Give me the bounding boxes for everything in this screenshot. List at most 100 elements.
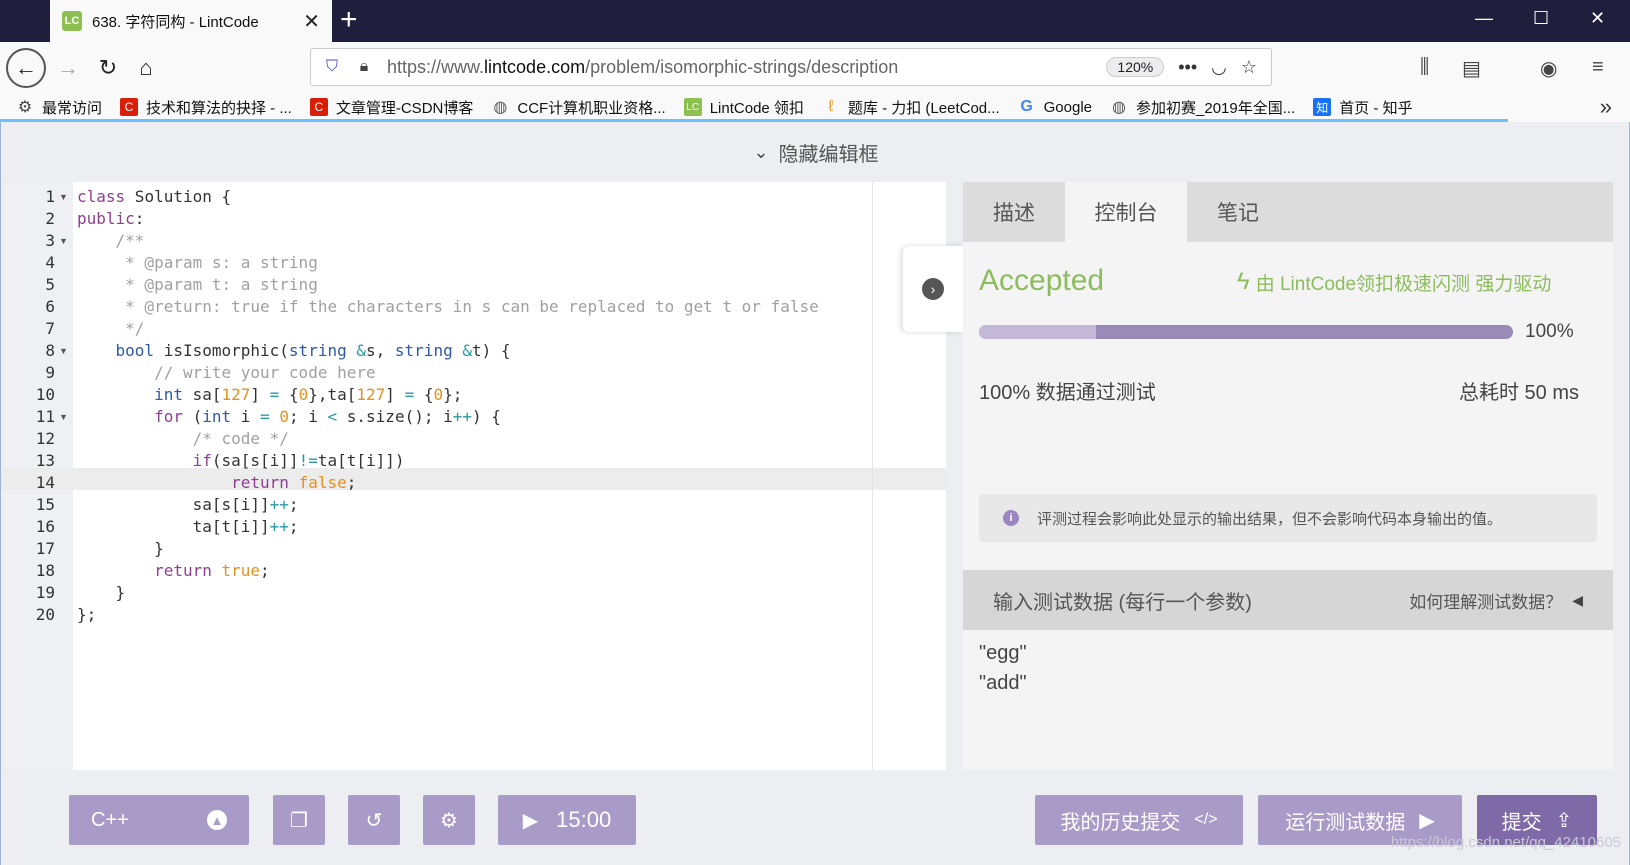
code-line[interactable]: return true; xyxy=(77,560,270,582)
code-line[interactable]: }; xyxy=(77,604,96,626)
play-icon: ▶ xyxy=(1419,809,1435,832)
google-icon: G xyxy=(1020,98,1033,115)
code-line[interactable]: class Solution { xyxy=(77,186,231,208)
line-number: 19 xyxy=(35,583,55,602)
bookmark-item[interactable]: ⚙ 最常访问 xyxy=(16,97,102,118)
code-line[interactable]: public: xyxy=(77,208,144,230)
code-line[interactable]: * @param t: a string xyxy=(77,274,318,296)
browser-tab-bar: LC 638. 字符同构 - LintCode ✕ + — ☐ ✕ xyxy=(0,0,1630,42)
lintcode-icon: LC xyxy=(683,98,702,116)
library-icon[interactable]: ⫼ xyxy=(1420,56,1429,79)
history-submissions-button[interactable]: 我的历史提交 </> xyxy=(1035,795,1243,845)
code-line[interactable]: return false; xyxy=(77,472,356,494)
bookmark-item[interactable]: ℓ 题库 - 力扣 (LeetCod... xyxy=(822,97,999,118)
tab-notes[interactable]: 笔记 xyxy=(1187,182,1289,242)
reload-icon[interactable]: ↻ xyxy=(90,50,126,86)
collapse-panel-toggle[interactable]: › xyxy=(903,246,963,332)
sidebar-icon[interactable]: ▤ xyxy=(1462,56,1481,81)
tracking-shield-icon[interactable]: ⛉ xyxy=(321,58,343,76)
code-line[interactable]: int sa[127] = {0},ta[127] = {0}; xyxy=(77,384,462,406)
home-icon[interactable]: ⌂ xyxy=(128,50,164,86)
line-number: 1 xyxy=(45,187,55,206)
settings-button[interactable]: ⚙ xyxy=(423,795,475,845)
lock-icon[interactable]: 🔒︎ xyxy=(353,58,375,76)
upload-icon: ⇪ xyxy=(1555,809,1573,832)
bookmark-item[interactable]: C 技术和算法的抉择 - ... xyxy=(120,97,292,118)
run-label: 运行测试数据 xyxy=(1285,811,1406,834)
url-text[interactable]: https://www.lintcode.com/problem/isomorp… xyxy=(387,57,1106,78)
copy-button[interactable]: ❐ xyxy=(273,795,325,845)
lightning-icon: ϟ xyxy=(1237,268,1250,295)
forward-icon[interactable]: → xyxy=(50,50,86,86)
new-tab-icon[interactable]: + xyxy=(340,5,358,35)
page-actions-icon[interactable]: ••• xyxy=(1178,57,1197,78)
code-editor[interactable]: 1 ▼ 2 3 ▼ 4 5 6 7 8 ▼ 9 10 11 ▼ 12 13 14 15 16 17 18 19 20 clas… xyxy=(1,182,946,770)
judge-notice: i 评测过程会影响此处显示的输出结果，但不会影响代码本身输出的值。 xyxy=(979,494,1597,542)
maximize-icon[interactable]: ☐ xyxy=(1533,8,1549,29)
line-number: 12 xyxy=(35,429,55,448)
browser-tab[interactable]: LC 638. 字符同构 - LintCode ✕ xyxy=(50,0,332,42)
powered-by: ϟ 由 LintCode领扣极速闪测 强力驱动 xyxy=(1237,268,1551,296)
window-close-icon[interactable]: ✕ xyxy=(1590,8,1605,29)
gear-icon: ⚙ xyxy=(440,809,458,832)
test-input-textarea[interactable]: "egg" "add" xyxy=(963,630,1613,770)
line-number: 14 xyxy=(35,473,55,492)
menu-icon[interactable]: ≡ xyxy=(1592,56,1604,79)
code-line[interactable]: for (int i = 0; i < s.size(); i++) { xyxy=(77,406,501,428)
line-number: 20 xyxy=(35,605,55,624)
panel-tabs: 描述 控制台 笔记 xyxy=(963,182,1613,242)
close-tab-icon[interactable]: ✕ xyxy=(303,9,320,34)
reset-button[interactable]: ↺ xyxy=(348,795,400,845)
minimize-icon[interactable]: — xyxy=(1475,8,1493,29)
browser-nav-bar: ← → ↻ ⌂ ⛉ 🔒︎ https://www.lintcode.com/pr… xyxy=(0,42,1630,92)
test-input-title: 输入测试数据 (每行一个参数) xyxy=(993,591,1252,614)
bookmark-star-icon[interactable]: ☆ xyxy=(1241,57,1257,78)
bookmark-item[interactable]: ◍ 参加初赛_2019年全国... xyxy=(1110,97,1295,118)
bookmark-item[interactable]: ◍ CCF计算机职业资格... xyxy=(491,97,665,118)
chevron-more-icon[interactable]: » xyxy=(1600,94,1612,120)
hide-editor-toggle[interactable]: ⌄ 隐藏编辑框 xyxy=(1,122,1630,182)
fold-caret-icon[interactable]: ▼ xyxy=(59,186,68,208)
csdn-icon: C xyxy=(120,98,139,116)
fold-caret-icon[interactable]: ▼ xyxy=(59,406,68,428)
timer-button[interactable]: ▶ 15:00 xyxy=(498,795,636,845)
language-label: C++ xyxy=(91,808,129,831)
code-line[interactable]: */ xyxy=(77,318,144,340)
code-line[interactable]: // write your code here xyxy=(77,362,376,384)
fold-caret-icon[interactable]: ▼ xyxy=(59,230,68,252)
line-number: 13 xyxy=(35,451,55,470)
code-line[interactable]: if(sa[s[i]]!=ta[t[i]]) xyxy=(77,450,405,472)
bookmark-item[interactable]: LC LintCode 领扣 xyxy=(683,97,804,118)
code-line[interactable]: /** xyxy=(77,230,145,252)
code-line[interactable]: } xyxy=(77,582,126,604)
undo-icon: ↺ xyxy=(365,809,383,832)
code-line[interactable]: ta[t[i]]++; xyxy=(77,516,299,538)
code-line[interactable]: sa[s[i]]++; xyxy=(77,494,299,516)
code-line[interactable]: * @param s: a string xyxy=(77,252,318,274)
bookmark-item[interactable]: 知首页 - 知乎 xyxy=(1313,97,1413,118)
back-icon[interactable]: ← xyxy=(6,48,46,88)
code-area[interactable]: class Solution {public: /** * @param s: … xyxy=(73,182,946,770)
bookmark-item[interactable]: C 文章管理-CSDN博客 xyxy=(309,97,473,118)
fold-caret-icon[interactable]: ▼ xyxy=(59,340,68,362)
zoom-badge[interactable]: 120% xyxy=(1106,57,1165,77)
code-line[interactable]: } xyxy=(77,538,164,560)
globe-icon: ◍ xyxy=(1112,99,1126,116)
test-progress-bar xyxy=(979,325,1513,339)
test-data-help-link[interactable]: 如何理解测试数据？ ◀ xyxy=(1409,588,1583,613)
line-number: 2 xyxy=(45,209,55,228)
csdn-icon: C xyxy=(309,98,328,116)
language-select[interactable]: C++ ▲ xyxy=(69,795,249,845)
zhihu-icon: 知 xyxy=(1313,98,1332,116)
code-line[interactable]: /* code */ xyxy=(77,428,289,450)
bookmark-item[interactable]: G Google xyxy=(1018,98,1092,116)
tab-description[interactable]: 描述 xyxy=(963,182,1065,242)
globe-icon: ◍ xyxy=(493,99,508,116)
code-line[interactable]: bool isIsomorphic(string &s, string &t) … xyxy=(77,340,511,362)
code-line[interactable]: * @return: true if the characters in s c… xyxy=(77,296,819,318)
pocket-icon[interactable]: ◡ xyxy=(1211,57,1227,78)
url-bar[interactable]: ⛉ 🔒︎ https://www.lintcode.com/problem/is… xyxy=(310,48,1272,86)
tab-console[interactable]: 控制台 xyxy=(1065,182,1187,242)
account-icon[interactable]: ◉ xyxy=(1540,56,1557,81)
tests-passed: 100% 数据通过测试 xyxy=(979,382,1156,404)
